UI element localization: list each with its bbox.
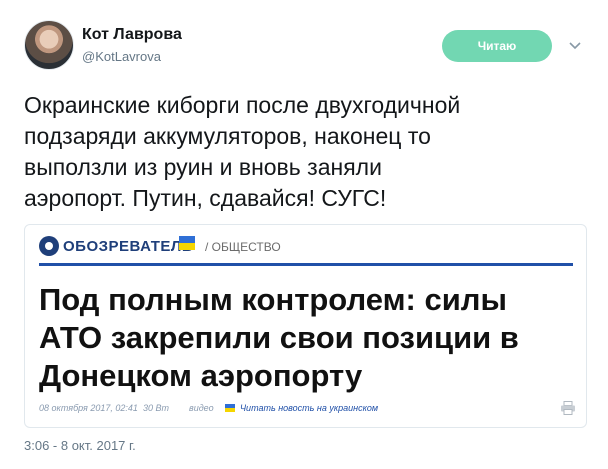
article-views: 30 Вт	[143, 403, 170, 413]
article-headline[interactable]: Под полным контролем: силы АТО закрепили…	[39, 281, 573, 395]
follow-button[interactable]: Читаю	[442, 30, 552, 62]
link-card[interactable]: ОБОЗРЕВАТЕЛЬ / ОБЩЕСТВО Под полным контр…	[24, 224, 587, 428]
user-avatar[interactable]	[24, 20, 74, 70]
ukraine-flag-icon	[225, 404, 235, 412]
article-date: 08 октября 2017, 02:41	[39, 403, 138, 413]
article-meta: 08 октября 2017, 02:41 30 Вт видео Читат…	[39, 401, 575, 417]
translate-link[interactable]: Читать новость на украинском	[240, 403, 378, 413]
ukraine-flag-icon	[179, 236, 195, 250]
tweet-text: Окраинские киборги после двухгодичной по…	[24, 92, 461, 211]
site-name: ОБОЗРЕВАТЕЛЬ	[63, 238, 194, 255]
tweet-header: Кот Лаврова @KotLavrova Читаю	[24, 20, 590, 72]
user-handle[interactable]: @KotLavrova	[82, 49, 161, 64]
print-icon[interactable]	[560, 401, 576, 415]
card-header: ОБОЗРЕВАТЕЛЬ / ОБЩЕСТВО	[39, 233, 575, 259]
display-name[interactable]: Кот Лаврова	[82, 26, 182, 44]
tweet-timestamp[interactable]: 3:06 - 8 окт. 2017 г.	[24, 438, 136, 453]
article-video: видео	[189, 403, 214, 413]
site-logo-icon	[39, 236, 59, 256]
site-section: / ОБЩЕСТВО	[205, 240, 281, 254]
chevron-down-icon[interactable]	[567, 38, 583, 54]
header-rule	[39, 263, 573, 266]
